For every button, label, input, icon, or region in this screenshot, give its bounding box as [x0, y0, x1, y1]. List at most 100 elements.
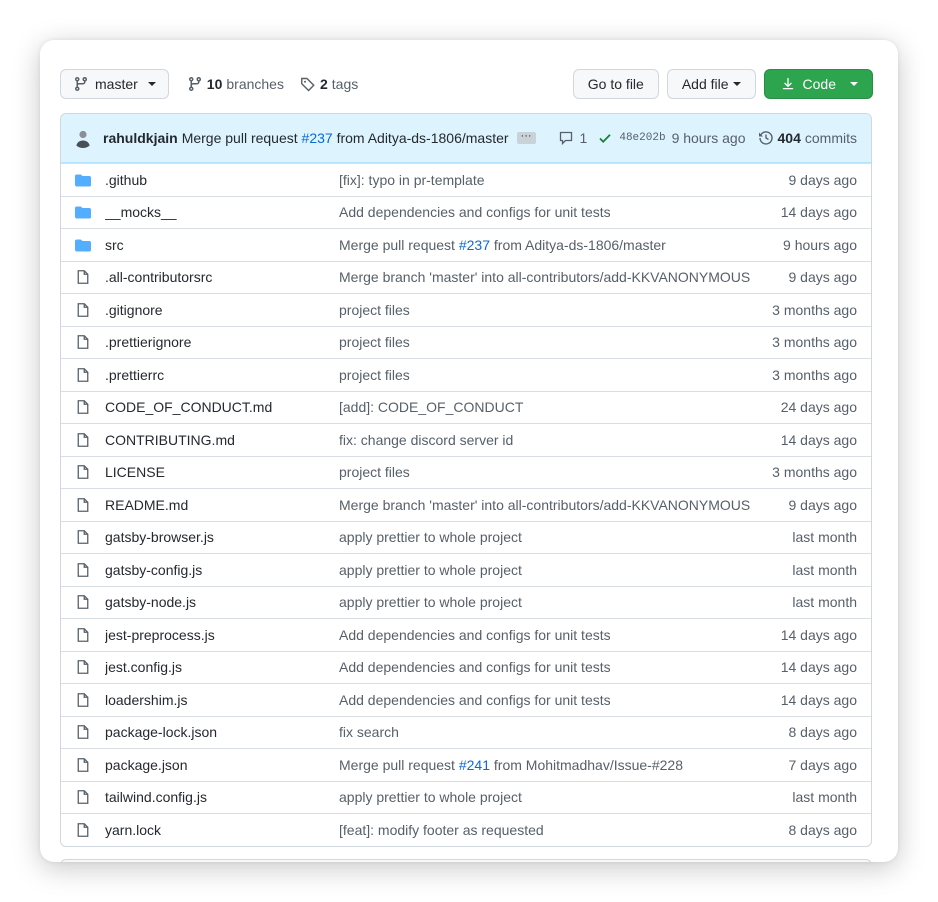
add-file-button[interactable]: Add file	[666, 69, 756, 99]
commit-message-text[interactable]: fix search	[339, 724, 399, 740]
commit-message-text[interactable]: Add dependencies and configs for unit te…	[339, 659, 611, 675]
commit-pr-link[interactable]: #237	[302, 130, 333, 146]
file-row[interactable]: README.md Merge branch 'master' into all…	[61, 488, 871, 521]
commit-message-text[interactable]: Add dependencies and configs for unit te…	[339, 204, 611, 220]
file-row[interactable]: LICENSE project files 3 months ago	[61, 455, 871, 489]
file-row[interactable]: jest.config.js Add dependencies and conf…	[61, 650, 871, 684]
commit-message-prefix[interactable]: Merge pull request	[182, 130, 298, 146]
file-row[interactable]: .github [fix]: typo in pr-template 9 day…	[61, 163, 871, 196]
file-commit-message[interactable]: apply prettier to whole project	[339, 529, 792, 545]
commit-message-text[interactable]: apply prettier to whole project	[339, 529, 522, 545]
commit-message-text[interactable]: project files	[339, 302, 410, 318]
file-name[interactable]: jest.config.js	[105, 659, 339, 675]
file-name[interactable]: LICENSE	[105, 464, 339, 480]
file-name[interactable]: gatsby-config.js	[105, 562, 339, 578]
commit-message-text[interactable]: Add dependencies and configs for unit te…	[339, 627, 611, 643]
file-row[interactable]: gatsby-browser.js apply prettier to whol…	[61, 520, 871, 554]
commit-message-text[interactable]: project files	[339, 464, 410, 480]
file-name[interactable]: yarn.lock	[105, 822, 339, 838]
commit-message-text[interactable]: Merge pull request	[339, 757, 459, 773]
file-name[interactable]: jest-preprocess.js	[105, 627, 339, 643]
file-commit-message[interactable]: Add dependencies and configs for unit te…	[339, 692, 781, 708]
file-name[interactable]: README.md	[105, 497, 339, 513]
commit-message-text[interactable]: apply prettier to whole project	[339, 562, 522, 578]
folder-name[interactable]: .github	[105, 172, 339, 188]
comment-count[interactable]: 1	[580, 130, 588, 146]
file-commit-message[interactable]: apply prettier to whole project	[339, 789, 792, 805]
file-row[interactable]: src Merge pull request #237 from Aditya-…	[61, 228, 871, 261]
file-row[interactable]: CONTRIBUTING.md fix: change discord serv…	[61, 423, 871, 456]
file-commit-message[interactable]: project files	[339, 367, 772, 383]
file-row[interactable]: CODE_OF_CONDUCT.md [add]: CODE_OF_CONDUC…	[61, 390, 871, 424]
file-commit-message[interactable]: Add dependencies and configs for unit te…	[339, 204, 781, 220]
folder-name[interactable]: __mocks__	[105, 204, 339, 220]
file-row[interactable]: gatsby-node.js apply prettier to whole p…	[61, 585, 871, 619]
file-name[interactable]: .prettierignore	[105, 334, 339, 350]
file-commit-message[interactable]: Merge branch 'master' into all-contribut…	[339, 269, 789, 285]
commit-message-text[interactable]: [add]: CODE_OF_CONDUCT	[339, 399, 523, 415]
commit-message-text[interactable]: Merge branch 'master' into all-contribut…	[339, 269, 750, 285]
commit-message-text[interactable]: from Mohitmadhav/Issue-#228	[490, 757, 683, 773]
file-name[interactable]: gatsby-browser.js	[105, 529, 339, 545]
commit-message-text[interactable]: Merge pull request	[339, 237, 459, 253]
file-row[interactable]: .gitignore project files 3 months ago	[61, 293, 871, 326]
file-commit-message[interactable]: [add]: CODE_OF_CONDUCT	[339, 399, 781, 415]
file-row[interactable]: .prettierrc project files 3 months ago	[61, 358, 871, 391]
commit-message-text[interactable]: fix: change discord server id	[339, 432, 513, 448]
commit-pr-link[interactable]: #237	[459, 237, 490, 253]
file-name[interactable]: loadershim.js	[105, 692, 339, 708]
commits-link[interactable]: 404 commits	[758, 130, 857, 146]
file-name[interactable]: package.json	[105, 757, 339, 773]
file-name[interactable]: CODE_OF_CONDUCT.md	[105, 399, 339, 415]
file-row[interactable]: __mocks__ Add dependencies and configs f…	[61, 195, 871, 229]
commit-message-text[interactable]: [feat]: modify footer as requested	[339, 822, 544, 838]
file-name[interactable]: gatsby-node.js	[105, 594, 339, 610]
file-commit-message[interactable]: fix search	[339, 724, 789, 740]
file-name[interactable]: .prettierrc	[105, 367, 339, 383]
file-row[interactable]: jest-preprocess.js Add dependencies and …	[61, 618, 871, 651]
file-name[interactable]: .gitignore	[105, 302, 339, 318]
folder-name[interactable]: src	[105, 237, 339, 253]
expand-commit-message-button[interactable]: ···	[516, 131, 536, 144]
commit-message-text[interactable]: project files	[339, 367, 410, 383]
commit-pr-link[interactable]: #241	[459, 757, 490, 773]
commit-author[interactable]: rahuldkjain	[103, 130, 178, 146]
file-commit-message[interactable]: project files	[339, 302, 772, 318]
file-row[interactable]: tailwind.config.js apply prettier to who…	[61, 780, 871, 814]
commit-message-suffix[interactable]: from Aditya-ds-1806/master	[337, 130, 509, 146]
commit-message-text[interactable]: from Aditya-ds-1806/master	[490, 237, 666, 253]
file-row[interactable]: .all-contributorsrc Merge branch 'master…	[61, 260, 871, 294]
file-commit-message[interactable]: [fix]: typo in pr-template	[339, 172, 789, 188]
commit-message-text[interactable]: Add dependencies and configs for unit te…	[339, 692, 611, 708]
file-row[interactable]: loadershim.js Add dependencies and confi…	[61, 683, 871, 716]
file-commit-message[interactable]: Add dependencies and configs for unit te…	[339, 659, 781, 675]
branches-link[interactable]: 10 branches	[187, 76, 284, 92]
code-button[interactable]: Code	[763, 69, 873, 99]
file-commit-message[interactable]: Merge branch 'master' into all-contribut…	[339, 497, 789, 513]
commit-message-text[interactable]: apply prettier to whole project	[339, 789, 522, 805]
file-row[interactable]: .prettierignore project files 3 months a…	[61, 325, 871, 359]
file-commit-message[interactable]: fix: change discord server id	[339, 432, 781, 448]
file-name[interactable]: package-lock.json	[105, 724, 339, 740]
branch-select-button[interactable]: master	[60, 69, 169, 99]
check-icon[interactable]	[597, 130, 613, 146]
file-commit-message[interactable]: apply prettier to whole project	[339, 562, 792, 578]
commit-message-text[interactable]: [fix]: typo in pr-template	[339, 172, 485, 188]
file-row[interactable]: gatsby-config.js apply prettier to whole…	[61, 553, 871, 586]
avatar[interactable]	[73, 128, 93, 148]
file-name[interactable]: CONTRIBUTING.md	[105, 432, 339, 448]
tags-link[interactable]: 2 tags	[300, 76, 358, 92]
file-name[interactable]: tailwind.config.js	[105, 789, 339, 805]
file-commit-message[interactable]: project files	[339, 334, 772, 350]
commit-sha[interactable]: 48e202b	[619, 132, 665, 144]
file-row[interactable]: package-lock.json fix search 8 days ago	[61, 715, 871, 749]
file-commit-message[interactable]: Merge pull request #241 from Mohitmadhav…	[339, 757, 789, 773]
go-to-file-button[interactable]: Go to file	[572, 69, 659, 99]
file-row[interactable]: package.json Merge pull request #241 fro…	[61, 748, 871, 781]
commit-message-text[interactable]: apply prettier to whole project	[339, 594, 522, 610]
commit-message-text[interactable]: project files	[339, 334, 410, 350]
file-commit-message[interactable]: [feat]: modify footer as requested	[339, 822, 789, 838]
comment-icon[interactable]	[558, 130, 574, 146]
file-commit-message[interactable]: project files	[339, 464, 772, 480]
file-row[interactable]: yarn.lock [feat]: modify footer as reque…	[61, 813, 871, 846]
